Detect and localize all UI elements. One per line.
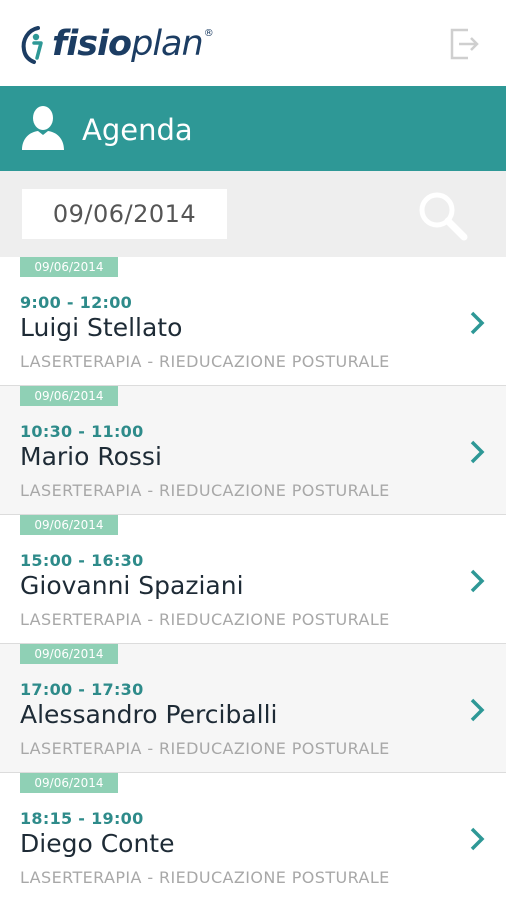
fisioplan-logo: fisioplan ® [20, 22, 214, 66]
page-title: Agenda [82, 113, 193, 147]
logo-figure-icon [21, 26, 43, 64]
appointment-time: 9:00 - 12:00 [20, 293, 133, 312]
appointment-row[interactable]: 09/06/2014 18:15 - 19:00 Diego Conte LAS… [0, 773, 506, 904]
date-badge: 09/06/2014 [20, 386, 118, 406]
patient-name: Mario Rossi [20, 442, 162, 471]
patient-name: Luigi Stellato [20, 313, 183, 342]
registered-mark: ® [203, 28, 214, 39]
treatment-label: LASERTERAPIA - RIEDUCAZIONE POSTURALE [20, 352, 390, 371]
appointment-time: 15:00 - 16:30 [20, 551, 144, 570]
appointment-row[interactable]: 09/06/2014 15:00 - 16:30 Giovanni Spazia… [0, 515, 506, 644]
chevron-right-icon[interactable] [466, 825, 488, 853]
patient-name: Giovanni Spaziani [20, 571, 244, 600]
appointment-row[interactable]: 09/06/2014 9:00 - 12:00 Luigi Stellato L… [0, 257, 506, 386]
person-icon [22, 106, 64, 150]
patient-name: Alessandro Perciballi [20, 700, 278, 729]
appointment-row[interactable]: 09/06/2014 10:30 - 11:00 Mario Rossi LAS… [0, 386, 506, 515]
date-badge: 09/06/2014 [20, 773, 118, 793]
treatment-label: LASERTERAPIA - RIEDUCAZIONE POSTURALE [20, 610, 390, 629]
date-field[interactable] [22, 189, 227, 239]
treatment-label: LASERTERAPIA - RIEDUCAZIONE POSTURALE [20, 481, 390, 500]
appointment-row[interactable]: 09/06/2014 17:00 - 17:30 Alessandro Perc… [0, 644, 506, 773]
chevron-right-icon[interactable] [466, 567, 488, 595]
logo-wordmark: fisioplan [52, 22, 204, 66]
top-bar: fisioplan ® [0, 0, 506, 86]
appointment-time: 17:00 - 17:30 [20, 680, 144, 699]
appointment-list: 09/06/2014 9:00 - 12:00 Luigi Stellato L… [0, 257, 506, 904]
patient-name: Diego Conte [20, 829, 175, 858]
date-badge: 09/06/2014 [20, 515, 118, 535]
search-bar [0, 171, 506, 257]
search-icon[interactable] [416, 189, 468, 241]
logo-text-bold: fisio [52, 24, 132, 64]
logout-icon[interactable] [446, 26, 482, 62]
treatment-label: LASERTERAPIA - RIEDUCAZIONE POSTURALE [20, 739, 390, 758]
appointment-time: 18:15 - 19:00 [20, 809, 144, 828]
chevron-right-icon[interactable] [466, 438, 488, 466]
logo-text-light: plan [131, 24, 204, 64]
chevron-right-icon[interactable] [466, 309, 488, 337]
agenda-header: Agenda [0, 86, 506, 171]
chevron-right-icon[interactable] [466, 696, 488, 724]
treatment-label: LASERTERAPIA - RIEDUCAZIONE POSTURALE [20, 868, 390, 887]
date-badge: 09/06/2014 [20, 257, 118, 277]
date-badge: 09/06/2014 [20, 644, 118, 664]
appointment-time: 10:30 - 11:00 [20, 422, 144, 441]
